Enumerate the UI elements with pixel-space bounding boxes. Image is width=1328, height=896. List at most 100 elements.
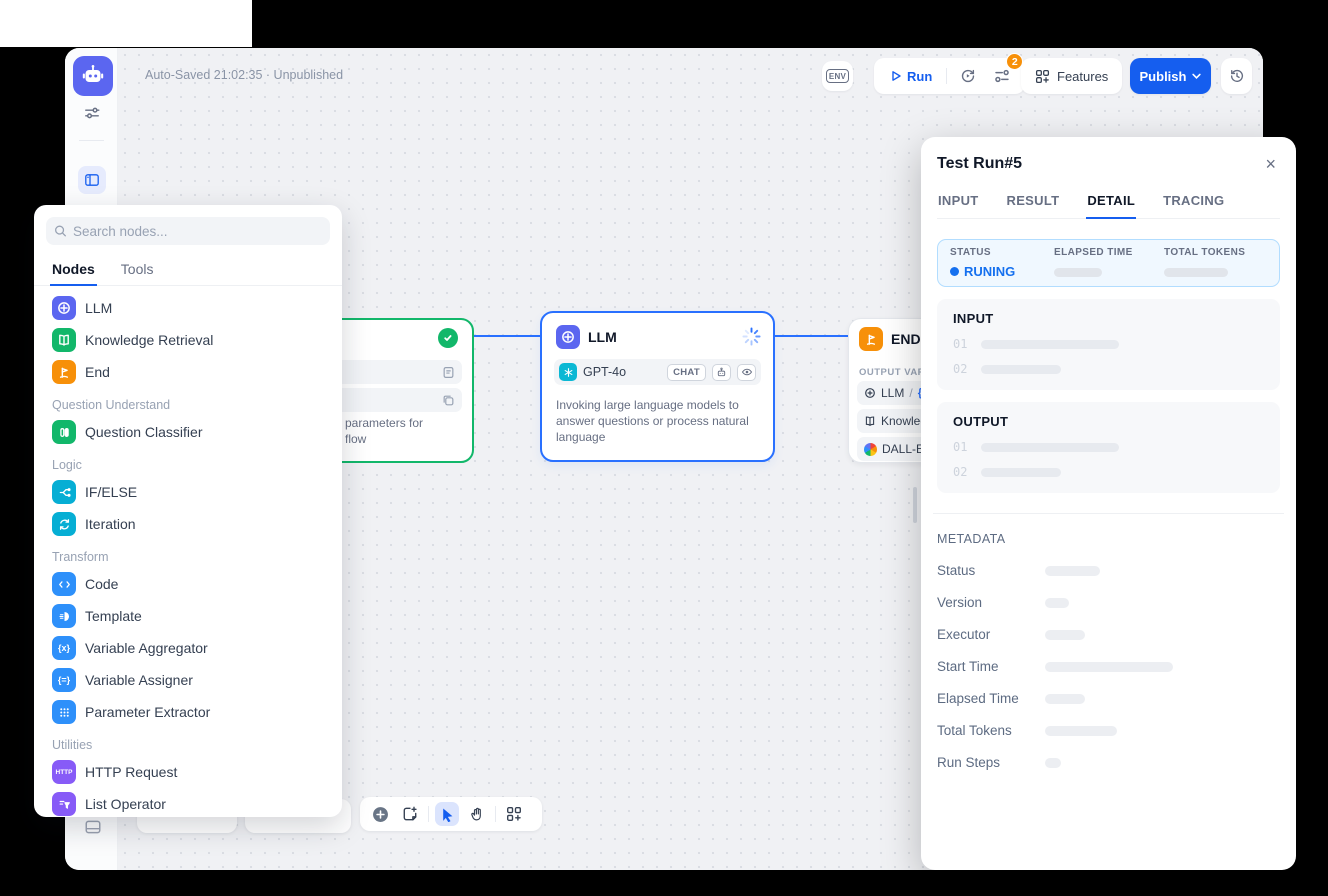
skeleton-bar	[981, 340, 1119, 349]
elapsed-time-label: ELAPSED TIME	[1054, 247, 1164, 258]
hand-tool-button[interactable]	[465, 802, 489, 826]
workflow-nav-icon[interactable]	[78, 166, 106, 194]
list-filter-icon	[52, 792, 76, 816]
close-icon[interactable]: ×	[1261, 155, 1280, 173]
tab-input[interactable]: INPUT	[937, 189, 980, 218]
tab-result[interactable]: RESULT	[1006, 189, 1061, 218]
tab-nodes[interactable]: Nodes	[50, 255, 97, 285]
env-button[interactable]: ENV	[822, 61, 853, 91]
end-node-title: END	[891, 331, 921, 347]
add-note-button[interactable]	[398, 802, 422, 826]
skeleton-bar	[1045, 566, 1100, 576]
node-item-knowledge-retrieval[interactable]: Knowledge Retrieval	[42, 324, 334, 356]
node-item-list-operator[interactable]: List Operator	[42, 788, 334, 817]
search-input[interactable]	[73, 224, 322, 239]
node-item-end[interactable]: End	[42, 356, 334, 388]
run-label: Run	[907, 69, 932, 84]
node-item-code[interactable]: Code	[42, 568, 334, 600]
node-item-variable-assigner[interactable]: {=} Variable Assigner	[42, 664, 334, 696]
test-run-tabs: INPUT RESULT DETAIL TRACING	[937, 189, 1280, 219]
output-card: OUTPUT 01 02	[937, 402, 1280, 493]
status-label: STATUS	[950, 247, 1054, 258]
organize-nodes-button[interactable]	[502, 802, 526, 826]
model-selector[interactable]: GPT-4o CHAT	[554, 359, 761, 385]
node-item-variable-aggregator[interactable]: {x} Variable Aggregator	[42, 632, 334, 664]
autosave-status: Auto-Saved 21:02:35 · Unpublished	[145, 68, 343, 82]
play-icon	[890, 70, 902, 82]
group-title: Question Understand	[42, 388, 334, 416]
status-value: RUNING	[950, 264, 1054, 279]
panel-toggle-icon[interactable]	[84, 818, 102, 836]
history-clock-icon	[1229, 68, 1245, 84]
skeleton-bar	[981, 365, 1061, 374]
start-node-description: flow	[345, 432, 366, 446]
backdrop-corner	[0, 0, 252, 47]
node-item-iteration[interactable]: Iteration	[42, 508, 334, 540]
group-title: Logic	[42, 448, 334, 476]
elapsed-skeleton	[1054, 268, 1102, 277]
flag-icon	[52, 360, 76, 384]
node-item-llm[interactable]: LLM	[42, 292, 334, 324]
llm-icon	[556, 325, 580, 349]
search-box[interactable]	[46, 217, 330, 245]
edge-start-to-llm	[474, 335, 540, 337]
node-item-label: Variable Assigner	[85, 672, 193, 688]
rerun-button[interactable]	[955, 63, 981, 89]
line-number: 01	[953, 440, 967, 454]
node-item-label: End	[85, 364, 110, 380]
llm-node-description: Invoking large language models to answer…	[556, 397, 761, 445]
node-list: LLM Knowledge Retrieval End Question Und…	[34, 286, 342, 817]
metadata-row: Elapsed Time	[937, 691, 1280, 706]
canvas-toolbar	[360, 797, 542, 831]
assigner-icon: {=}	[52, 668, 76, 692]
features-label: Features	[1057, 69, 1108, 84]
metadata-row: Start Time	[937, 659, 1280, 674]
input-title: INPUT	[953, 311, 1264, 326]
node-item-question-classifier[interactable]: Question Classifier	[42, 416, 334, 448]
node-item-parameter-extractor[interactable]: Parameter Extractor	[42, 696, 334, 728]
llm-node[interactable]: LLM GPT-4o CHAT	[540, 311, 775, 462]
skeleton-bar	[1045, 662, 1173, 672]
publish-label: Publish	[1140, 69, 1187, 84]
metadata-row: Executor	[937, 627, 1280, 642]
tab-tracing[interactable]: TRACING	[1162, 189, 1225, 218]
variable-name: DALL-E	[882, 442, 924, 456]
loop-icon	[52, 512, 76, 536]
variable-name: LLM	[881, 386, 904, 400]
divider	[933, 513, 1284, 514]
canvas-scrollbar[interactable]	[913, 487, 917, 523]
app-robot-icon[interactable]	[73, 56, 113, 96]
tab-detail[interactable]: DETAIL	[1086, 189, 1136, 218]
metadata-row: Run Steps	[937, 755, 1280, 770]
checklist-button[interactable]: 2	[989, 63, 1015, 89]
features-grid-icon	[1035, 69, 1050, 84]
node-item-label: HTTP Request	[85, 764, 177, 780]
tab-tools[interactable]: Tools	[119, 255, 156, 285]
openai-icon	[559, 363, 577, 381]
sliders-icon[interactable]	[83, 104, 101, 122]
aggregator-icon: {x}	[52, 636, 76, 660]
skeleton-bar	[1045, 630, 1085, 640]
history-button[interactable]	[1221, 58, 1252, 94]
features-button[interactable]: Features	[1021, 58, 1122, 94]
pointer-tool-button[interactable]	[435, 802, 459, 826]
book-icon	[52, 328, 76, 352]
start-node-description: parameters for	[345, 416, 423, 430]
node-item-http-request[interactable]: HTTP HTTP Request	[42, 756, 334, 788]
divider	[946, 68, 947, 84]
chevron-down-icon	[1192, 73, 1201, 80]
add-node-button[interactable]	[368, 802, 392, 826]
skeleton-bar	[1045, 758, 1061, 768]
publish-button[interactable]: Publish	[1130, 58, 1211, 94]
loading-spinner-icon	[742, 327, 761, 346]
divider	[428, 806, 429, 822]
run-button[interactable]: Run	[884, 69, 938, 84]
node-item-label: Knowledge Retrieval	[85, 332, 213, 348]
node-search-panel: Nodes Tools LLM Knowledge Retrieval End …	[34, 205, 342, 817]
node-panel-tabs: Nodes Tools	[34, 255, 342, 286]
node-item-label: LLM	[85, 300, 112, 316]
node-item-template[interactable]: Template	[42, 600, 334, 632]
node-item-if-else[interactable]: IF/ELSE	[42, 476, 334, 508]
model-name: GPT-4o	[583, 365, 661, 379]
run-toolbar-group: Run 2	[874, 58, 1025, 94]
